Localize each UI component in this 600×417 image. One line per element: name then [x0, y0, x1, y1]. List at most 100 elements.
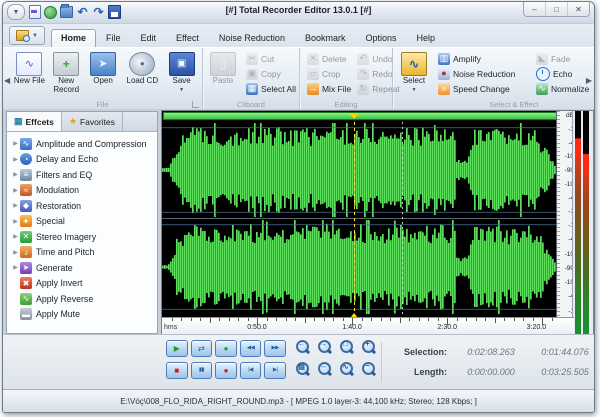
delete-button[interactable]: ✕ Delete	[304, 51, 354, 66]
tab-options[interactable]: Options	[355, 29, 406, 47]
selection-label: Selection:	[403, 347, 447, 357]
next-button[interactable]: ▶|	[264, 362, 286, 379]
ribbon: ◀ ∿ New File + New Record ➤ Open ● Load …	[3, 47, 594, 111]
noise-reduction-button[interactable]: ● Noise Reduction	[435, 66, 533, 81]
speed-change-button[interactable]: » Speed Change	[435, 81, 533, 96]
play-button[interactable]: ▶	[166, 340, 188, 357]
new-file-button[interactable]: ∿ New File	[12, 50, 47, 95]
tree-item-special[interactable]: ▶ ✦ Special	[11, 214, 157, 230]
mix-file-button[interactable]: → Mix File	[304, 81, 354, 96]
ribbon-scroll-right-icon[interactable]: ▶	[586, 76, 592, 85]
expand-arrow-icon[interactable]: ▶	[11, 171, 20, 178]
tree-item-amplitude-compression[interactable]: ▶ ∿ Amplitude and Compression	[11, 136, 157, 152]
expand-arrow-icon[interactable]: ▶	[11, 249, 20, 256]
copy-icon: ▣	[246, 67, 258, 80]
expand-arrow-icon[interactable]: ▶	[11, 264, 20, 271]
select-all-button[interactable]: ▦ Select All	[243, 81, 299, 96]
maximize-button[interactable]: □	[545, 2, 567, 16]
tab-home[interactable]: Home	[51, 29, 97, 47]
waveform-left-channel[interactable]	[162, 122, 556, 219]
expand-arrow-icon[interactable]: ▶	[11, 140, 20, 147]
ruler-unit-label: hms	[164, 324, 178, 331]
expand-arrow-icon[interactable]: ▶	[11, 187, 20, 194]
expand-arrow-icon[interactable]: ▶	[11, 202, 20, 209]
tab-favorites[interactable]: ★ Favorites	[62, 112, 123, 131]
undo-icon: ↶	[357, 52, 370, 65]
new-record-button[interactable]: + New Record	[49, 50, 84, 95]
previous-button[interactable]: |◀	[239, 362, 262, 379]
tree-item-apply-reverse[interactable]: ∿ Apply Reverse	[11, 291, 157, 307]
rewind-button[interactable]: ◀◀	[239, 340, 262, 357]
app-menu-button[interactable]: ▼	[9, 26, 45, 45]
load-cd-button[interactable]: ● Load CD	[122, 50, 162, 95]
minimize-button[interactable]: –	[524, 2, 545, 16]
zoom-selection-button[interactable]: □	[339, 340, 354, 355]
fade-button[interactable]: ◣ Fade	[533, 51, 594, 66]
copy-button[interactable]: ▣ Copy	[243, 66, 299, 81]
tree-item-time-pitch[interactable]: ▶ ♪ Time and Pitch	[11, 245, 157, 261]
cursor-marker-top-icon[interactable]	[350, 114, 358, 119]
tree-item-generate[interactable]: ▶ ➤ Generate	[11, 260, 157, 276]
paste-button[interactable]: ▯ Paste	[206, 50, 240, 95]
select-button[interactable]: ∿ Select ▼	[396, 50, 432, 95]
close-button[interactable]: ✕	[567, 2, 589, 16]
tree-item-apply-mute[interactable]: ▬ Apply Mute	[11, 307, 157, 323]
effects-tree: ▶ ∿ Amplitude and Compression ▶ ◔ Delay and …	[7, 132, 157, 333]
zoom-full-button[interactable]: ▤	[295, 362, 310, 377]
waveform-right-channel[interactable]	[162, 219, 556, 315]
waveform-panel[interactable]: dB -1 -4 -10 -90 -10 -4 -1 -1 -4 -10 -90…	[161, 110, 594, 335]
playback-cursor[interactable]	[354, 122, 355, 318]
loop-button[interactable]: ⇄	[190, 340, 213, 357]
tab-effcets[interactable]: ▦ Effcets	[7, 112, 62, 131]
zoom-horizontal-button[interactable]: ↔	[317, 362, 332, 377]
open-button[interactable]: ➤ Open	[86, 50, 121, 95]
length-position-value: 0:00:00.000	[467, 367, 515, 377]
expand-arrow-icon[interactable]: ▶	[11, 156, 20, 163]
tree-item-delay-echo[interactable]: ▶ ◔ Delay and Echo	[11, 152, 157, 168]
save-button[interactable]: ▣ Save ▼	[164, 50, 199, 95]
save-dropdown-icon[interactable]: ▼	[179, 87, 184, 93]
tab-bookmark[interactable]: Bookmark	[295, 29, 356, 47]
tree-item-filters-eq[interactable]: ▶ ≡ Filters and EQ	[11, 167, 157, 183]
chevron-down-icon: ▼	[32, 32, 38, 39]
tree-item-modulation[interactable]: ▶ ≈ Modulation	[11, 183, 157, 199]
length-label: Length:	[414, 367, 447, 377]
fast-forward-button[interactable]: ▶▶	[264, 340, 286, 357]
ribbon-tab-row: ▼ Home File Edit Effect Noise Reduction …	[3, 24, 594, 47]
tree-item-apply-invert[interactable]: ✖ Apply Invert	[11, 276, 157, 292]
group-label-select-effect: Select & Effect	[489, 100, 539, 109]
tab-help[interactable]: Help	[407, 29, 446, 47]
amplify-button[interactable]: ▥ Amplify	[435, 51, 533, 66]
zoom-vertical-button[interactable]: ∿	[339, 362, 354, 377]
right-channel-waveform	[162, 220, 556, 315]
cut-button[interactable]: ✂ Cut	[243, 51, 299, 66]
expand-arrow-icon[interactable]: ▶	[11, 218, 20, 225]
waveform-overview-strip[interactable]	[162, 111, 574, 121]
window-title: [#] Total Recorder Editor 13.0.1 [#]	[225, 5, 372, 15]
selection-info-panel: Selection: 0:02:08.263 0:01:44.076 Lengt…	[381, 342, 589, 382]
new-record-icon: +	[53, 52, 80, 76]
tab-edit[interactable]: Edit	[131, 29, 167, 47]
dialog-launcher-icon[interactable]	[192, 101, 199, 108]
tree-item-stereo-imagery[interactable]: ▶ ✕ Stereo Imagery	[11, 229, 157, 245]
pause-button[interactable]: ▮▮	[190, 362, 213, 379]
tab-file[interactable]: File	[96, 29, 131, 47]
left-level-meter	[575, 111, 581, 334]
zoom-in-button[interactable]: +	[361, 340, 376, 355]
expand-arrow-icon[interactable]: ▶	[11, 233, 20, 240]
time-ruler[interactable]: 0:50.0 1:40.0 2:30.0 3:20.0 hms	[162, 317, 574, 334]
ruler-label: 3:20.0	[526, 324, 547, 331]
tab-noise-reduction[interactable]: Noise Reduction	[209, 29, 295, 47]
stop-button[interactable]: ■	[166, 362, 188, 379]
tab-effect[interactable]: Effect	[166, 29, 209, 47]
control-panel: ▶ ⇄ ● ◀◀ ▶▶ ■ ▮▮ ● |◀ ▶| ← → □ + ▤ ↔ ∿ −…	[3, 334, 594, 389]
zoom-scroll-right-button[interactable]: →	[317, 340, 332, 355]
crop-button[interactable]: ▱ Crop	[304, 66, 354, 81]
tree-item-restoration[interactable]: ▶ ◆ Restoration	[11, 198, 157, 214]
zoom-scroll-left-button[interactable]: ←	[295, 340, 310, 355]
record-button[interactable]: ●	[215, 362, 237, 379]
select-dropdown-icon[interactable]: ▼	[411, 87, 416, 93]
ruler-label: 2:30.0	[437, 324, 457, 331]
zoom-out-button[interactable]: −	[361, 362, 376, 377]
record-play-button[interactable]: ●	[215, 340, 237, 357]
